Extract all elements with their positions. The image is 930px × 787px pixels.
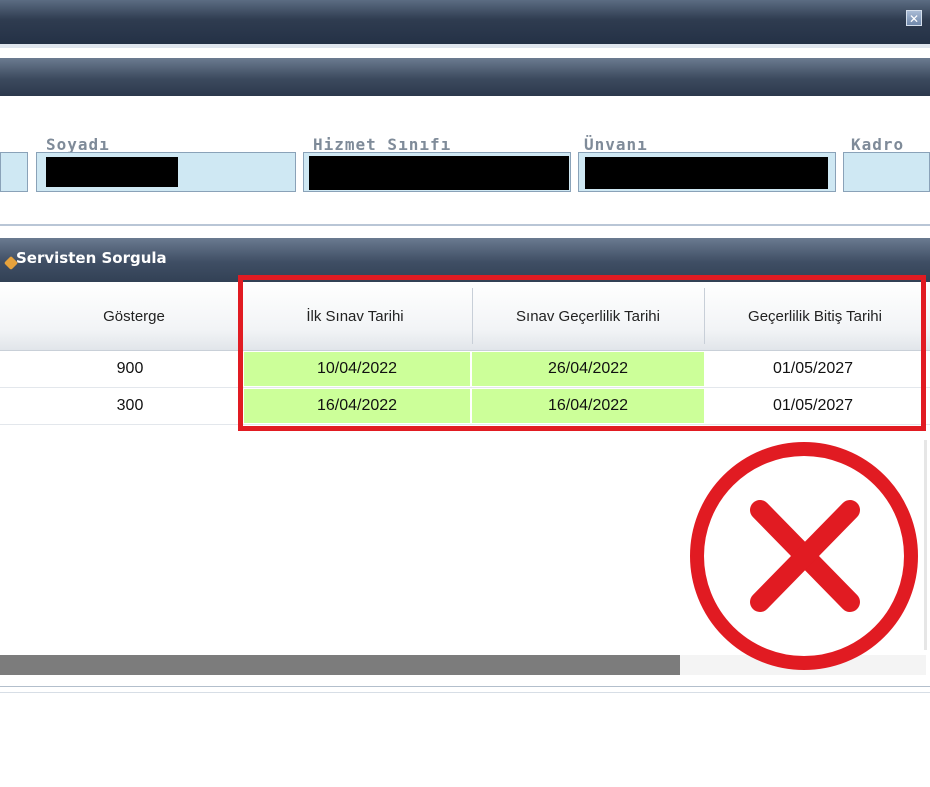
servisten-sorgula-button[interactable]: Servisten Sorgula (16, 249, 167, 267)
titlebar-divider (0, 44, 930, 48)
footer-divider (0, 692, 930, 693)
kadro-field[interactable] (843, 152, 930, 192)
redaction-soyadi (46, 157, 178, 187)
table-cell-gosterge[interactable]: 300 (0, 389, 260, 423)
window-titlebar (0, 0, 930, 44)
panel-header (0, 58, 930, 96)
x-mark-icon (690, 442, 918, 670)
redaction-hizmet-sinifi (309, 156, 569, 190)
column-header-label: Gösterge (103, 307, 165, 325)
vertical-scroll-edge (924, 440, 927, 650)
annotation-highlight-box (238, 275, 926, 431)
prev-field[interactable] (0, 152, 28, 192)
table-cell-gosterge[interactable]: 900 (0, 352, 260, 386)
close-icon[interactable]: ✕ (906, 10, 922, 26)
horizontal-scrollbar[interactable] (0, 655, 680, 675)
column-header-gosterge[interactable]: Gösterge (0, 282, 238, 350)
footer-divider (0, 686, 930, 687)
redaction-unvani (585, 157, 828, 189)
